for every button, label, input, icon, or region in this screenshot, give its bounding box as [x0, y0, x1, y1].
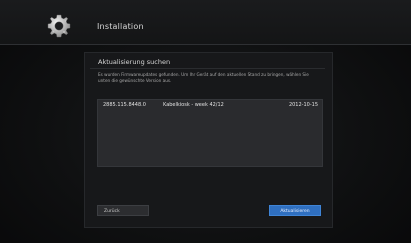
dialog-title: Aktualisierung suchen: [98, 58, 171, 66]
list-item[interactable]: 2885.115.8448.0 Kabelkiosk - week 42/12 …: [97, 99, 321, 111]
header-divider: [0, 44, 411, 45]
update-name: Kabelkiosk - week 42/12: [163, 102, 224, 108]
gear-icon: [47, 14, 71, 38]
dialog-divider: [90, 68, 325, 69]
update-date: 2012-10-15: [288, 102, 318, 108]
install-update-button[interactable]: Aktualisieren: [269, 205, 321, 216]
dialog-description: Es wurden Firmwareupdates gefunden. Um I…: [98, 72, 309, 83]
back-button[interactable]: Zurück: [97, 205, 149, 216]
page-title: Installation: [97, 22, 144, 31]
update-version: 2885.115.8448.0: [103, 102, 146, 108]
